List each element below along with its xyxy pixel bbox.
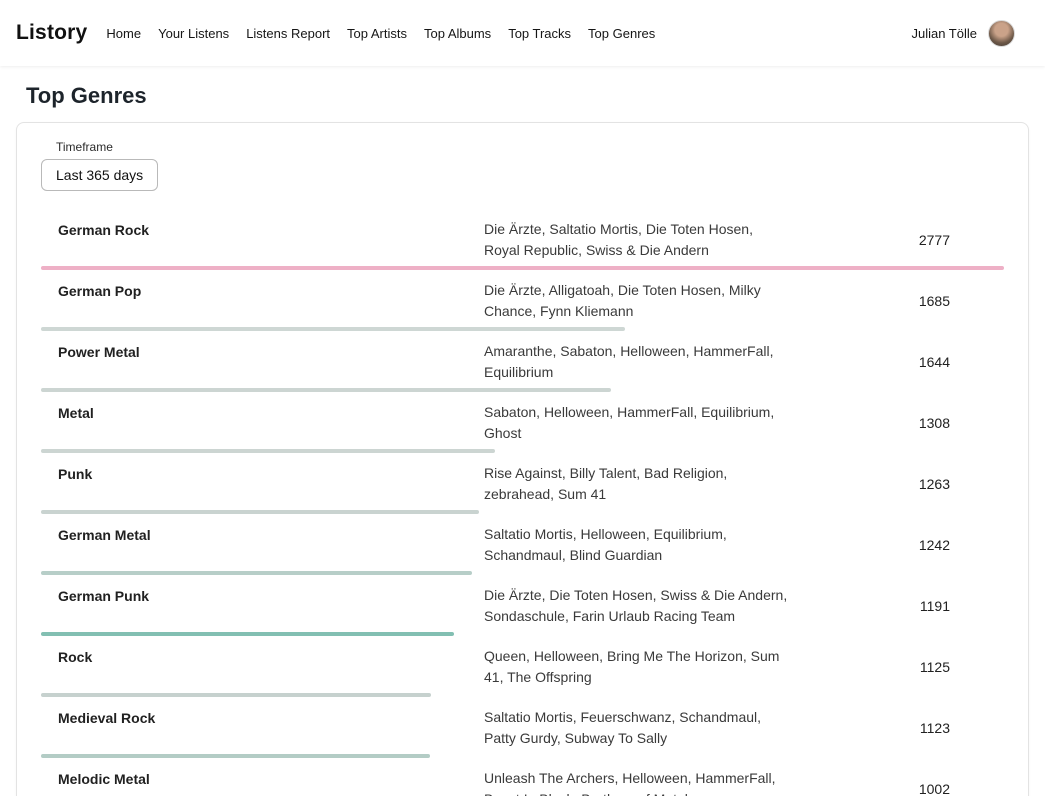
genre-artists: Die Ärzte, Saltatio Mortis, Die Toten Ho… xyxy=(484,219,789,261)
genre-row-content: Melodic Metal Unleash The Archers, Hello… xyxy=(41,758,1004,796)
genre-row: Rock Queen, Helloween, Bring Me The Hori… xyxy=(41,636,1004,697)
genre-artists: Die Ärzte, Alligatoah, Die Toten Hosen, … xyxy=(484,280,789,322)
genre-count: 1685 xyxy=(789,293,1004,309)
genre-row-content: German Metal Saltatio Mortis, Helloween,… xyxy=(41,514,1004,566)
genre-name: German Punk xyxy=(41,585,484,606)
genre-row-content: German Rock Die Ärzte, Saltatio Mortis, … xyxy=(41,209,1004,261)
genre-name: Rock xyxy=(41,646,484,667)
genre-name: Punk xyxy=(41,463,484,484)
genre-row: German Punk Die Ärzte, Die Toten Hosen, … xyxy=(41,575,1004,636)
genre-name: Medieval Rock xyxy=(41,707,484,728)
genre-row-content: German Punk Die Ärzte, Die Toten Hosen, … xyxy=(41,575,1004,627)
genre-row-content: Punk Rise Against, Billy Talent, Bad Rel… xyxy=(41,453,1004,505)
user-avatar[interactable] xyxy=(988,20,1015,47)
genre-name: German Metal xyxy=(41,524,484,545)
genre-count: 1191 xyxy=(789,598,1004,614)
genre-row: German Rock Die Ärzte, Saltatio Mortis, … xyxy=(41,209,1004,270)
nav-link-top-genres[interactable]: Top Genres xyxy=(588,26,655,41)
genre-count: 1123 xyxy=(789,720,1004,736)
genre-artists: Saltatio Mortis, Helloween, Equilibrium,… xyxy=(484,524,789,566)
genre-artists: Rise Against, Billy Talent, Bad Religion… xyxy=(484,463,789,505)
genre-count: 1263 xyxy=(789,476,1004,492)
nav-link-listens-report[interactable]: Listens Report xyxy=(246,26,330,41)
genre-row: German Metal Saltatio Mortis, Helloween,… xyxy=(41,514,1004,575)
genre-count: 1002 xyxy=(789,781,1004,796)
genre-name: Metal xyxy=(41,402,484,423)
nav-link-home[interactable]: Home xyxy=(106,26,141,41)
genre-rows: German Rock Die Ärzte, Saltatio Mortis, … xyxy=(41,209,1004,796)
genre-row-content: Power Metal Amaranthe, Sabaton, Hellowee… xyxy=(41,331,1004,383)
genre-row: Medieval Rock Saltatio Mortis, Feuerschw… xyxy=(41,697,1004,758)
genre-artists: Amaranthe, Sabaton, Helloween, HammerFal… xyxy=(484,341,789,383)
genre-artists: Unleash The Archers, Helloween, HammerFa… xyxy=(484,768,789,796)
nav-links: Home Your Listens Listens Report Top Artist… xyxy=(106,26,655,41)
nav-link-top-tracks[interactable]: Top Tracks xyxy=(508,26,571,41)
genre-row-content: Metal Sabaton, Helloween, HammerFall, Eq… xyxy=(41,392,1004,444)
nav-link-top-albums[interactable]: Top Albums xyxy=(424,26,491,41)
genre-count: 1644 xyxy=(789,354,1004,370)
nav-link-your-listens[interactable]: Your Listens xyxy=(158,26,229,41)
genre-row: Melodic Metal Unleash The Archers, Hello… xyxy=(41,758,1004,796)
page-title: Top Genres xyxy=(26,83,1045,109)
top-genres-card: Timeframe Last 365 days German Rock Die … xyxy=(16,122,1029,796)
genre-artists: Saltatio Mortis, Feuerschwanz, Schandmau… xyxy=(484,707,789,749)
top-navbar: Listory Home Your Listens Listens Report To… xyxy=(0,0,1045,66)
genre-artists: Sabaton, Helloween, HammerFall, Equilibr… xyxy=(484,402,789,444)
genre-name: German Pop xyxy=(41,280,484,301)
genre-name: German Rock xyxy=(41,219,484,240)
genre-row-content: Rock Queen, Helloween, Bring Me The Hori… xyxy=(41,636,1004,688)
genre-row: German Pop Die Ärzte, Alligatoah, Die To… xyxy=(41,270,1004,331)
user-name: Julian Tölle xyxy=(911,26,977,41)
nav-link-top-artists[interactable]: Top Artists xyxy=(347,26,407,41)
genre-count: 1125 xyxy=(789,659,1004,675)
timeframe-label: Timeframe xyxy=(56,140,1004,154)
genre-count: 1242 xyxy=(789,537,1004,553)
brand-logo[interactable]: Listory xyxy=(16,21,87,45)
genre-artists: Die Ärzte, Die Toten Hosen, Swiss & Die … xyxy=(484,585,789,627)
genre-artists: Queen, Helloween, Bring Me The Horizon, … xyxy=(484,646,789,688)
genre-row-content: Medieval Rock Saltatio Mortis, Feuerschw… xyxy=(41,697,1004,749)
genre-count: 2777 xyxy=(789,232,1004,248)
user-menu[interactable]: Julian Tölle xyxy=(911,20,1015,47)
genre-row: Punk Rise Against, Billy Talent, Bad Rel… xyxy=(41,453,1004,514)
genre-name: Melodic Metal xyxy=(41,768,484,789)
genre-row: Metal Sabaton, Helloween, HammerFall, Eq… xyxy=(41,392,1004,453)
timeframe-select[interactable]: Last 365 days xyxy=(41,159,158,191)
genre-row: Power Metal Amaranthe, Sabaton, Hellowee… xyxy=(41,331,1004,392)
genre-row-content: German Pop Die Ärzte, Alligatoah, Die To… xyxy=(41,270,1004,322)
genre-count: 1308 xyxy=(789,415,1004,431)
genre-name: Power Metal xyxy=(41,341,484,362)
